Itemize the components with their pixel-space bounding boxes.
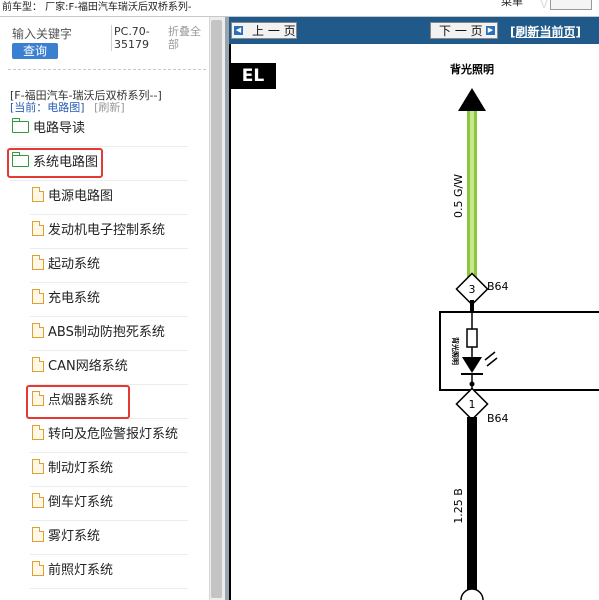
current-location: [当前：电路图] [刷新]	[10, 99, 125, 115]
document-icon	[32, 459, 44, 474]
tree-item-label: 转向及危险警报灯系统	[48, 427, 179, 442]
refresh-page-link[interactable]: [刷新当前页]	[510, 23, 581, 40]
tree-row-separator	[30, 486, 188, 487]
tree-row-separator	[10, 146, 188, 147]
tree-item-label: 起动系统	[48, 257, 101, 272]
next-page-label: 下 一 页	[439, 24, 483, 38]
tree-row-separator	[30, 452, 188, 453]
tree-row-separator	[30, 554, 188, 555]
tree-item-label: 充电系统	[48, 291, 101, 306]
resistor	[466, 328, 478, 348]
tree-item-label: CAN网络系统	[48, 359, 128, 374]
tree-item-label: 电源电路图	[48, 189, 114, 204]
connector-top-pin: 3	[469, 283, 476, 296]
tree-row-separator	[30, 248, 188, 249]
tree-item[interactable]: 起动系统	[32, 254, 100, 276]
prev-page-button[interactable]: ◀ 上 一 页	[231, 22, 297, 39]
tree-item[interactable]: 转向及危险警报灯系统	[32, 424, 178, 446]
arrow-right-icon: ▶	[486, 26, 495, 35]
wire-top-label: 0.5 G/W	[452, 174, 465, 218]
document-icon	[32, 527, 44, 542]
document-icon	[32, 561, 44, 576]
top-label: 背光照明	[450, 62, 494, 76]
tree-row-separator	[30, 214, 188, 215]
menu-button[interactable]: 菜单	[500, 0, 524, 8]
tree-refresh-link[interactable]: [刷新]	[94, 101, 125, 114]
tree-item[interactable]: ABS制动防抱死系统	[32, 322, 165, 344]
next-page-button[interactable]: 下 一 页 ▶	[430, 22, 498, 39]
tree-item[interactable]: 前照灯系统	[32, 560, 113, 582]
ground-connector	[460, 588, 484, 600]
left-panel: 输入关键字 查询 PC.70-35179 折叠全部 [F-福田汽车-瑞沃后双桥系…	[0, 17, 209, 600]
keyword-label[interactable]: 输入关键字	[12, 25, 72, 42]
wiring-diagram: 背光照明 0.5 G/W 3 B64 背光照明 1 B64 1.25 B	[439, 62, 599, 600]
document-icon	[32, 221, 44, 236]
query-button[interactable]: 查询	[12, 43, 58, 59]
vehicle-breadcrumb: 前车型： 厂家:F-福田汽车瑞沃后双桥系列-	[2, 2, 192, 13]
tree-item[interactable]: 制动灯系统	[32, 458, 113, 480]
connector-bottom-pin: 1	[469, 398, 476, 411]
top-bar: 前车型： 厂家:F-福田汽车瑞沃后双桥系列- 菜单 VTU	[0, 0, 599, 17]
tree-row-separator	[30, 350, 188, 351]
tree-item[interactable]: CAN网络系统	[32, 356, 128, 378]
folder-icon	[11, 117, 29, 133]
tree-row-separator	[30, 588, 188, 589]
connector-bottom-name: B64	[487, 412, 509, 425]
arrow-left-icon: ◀	[234, 26, 243, 35]
top-right-control[interactable]	[550, 0, 592, 10]
document-icon	[32, 289, 44, 304]
black-wire	[467, 417, 477, 600]
document-icon	[32, 425, 44, 440]
tree-item-label: 倒车灯系统	[48, 495, 114, 510]
document-icon	[32, 493, 44, 508]
arrow-up-icon	[458, 88, 486, 111]
panel-separator	[8, 69, 206, 70]
connector-top-name: B64	[487, 280, 509, 293]
highlight-box	[26, 385, 130, 419]
scrollbar-thumb[interactable]	[211, 20, 222, 598]
document-icon	[32, 357, 44, 372]
short-wire	[470, 300, 474, 312]
document-icon	[32, 255, 44, 270]
tree-item-label: 雾灯系统	[48, 529, 101, 544]
tree-item-label: ABS制动防抱死系统	[48, 325, 165, 340]
component-label: 背光照明	[451, 337, 460, 365]
wire-bottom-label: 1.25 B	[452, 488, 465, 524]
tree-folder[interactable]: 电路导读	[11, 117, 86, 140]
tree-item[interactable]: 雾灯系统	[32, 526, 100, 548]
tree-item-label: 制动灯系统	[48, 461, 114, 476]
component-box	[439, 311, 599, 391]
prev-page-label: 上 一 页	[252, 24, 296, 38]
document-icon	[32, 187, 44, 202]
junction-dot	[469, 381, 475, 387]
viewer-navbar: ◀ 上 一 页 下 一 页 ▶ [刷新当前页]	[229, 17, 599, 44]
diagram-viewer: ◀ 上 一 页 下 一 页 ▶ [刷新当前页] EL 背光照明 0.5 G/W …	[229, 17, 599, 600]
collapse-all-link[interactable]: 折叠全部	[168, 25, 208, 51]
tree-item-label: 前照灯系统	[48, 563, 114, 578]
tree-row-separator	[30, 520, 188, 521]
model-code: PC.70-35179	[111, 25, 170, 51]
tree-item[interactable]: 电源电路图	[32, 186, 113, 208]
tree-row-separator	[30, 282, 188, 283]
document-icon	[32, 323, 44, 338]
green-wire-highlight	[470, 111, 474, 277]
tree-item[interactable]: 倒车灯系统	[32, 492, 113, 514]
tree-row-separator	[30, 316, 188, 317]
tree-item[interactable]: 发动机电子控制系统	[32, 220, 165, 242]
tree-item[interactable]: 充电系统	[32, 288, 100, 310]
current-label: [当前：电路图]	[10, 101, 85, 114]
highlight-box	[7, 148, 103, 178]
tree-folder-label: 电路导读	[33, 121, 86, 136]
tree-item-label: 发动机电子控制系统	[48, 223, 166, 238]
tree-row-separator	[10, 180, 188, 181]
